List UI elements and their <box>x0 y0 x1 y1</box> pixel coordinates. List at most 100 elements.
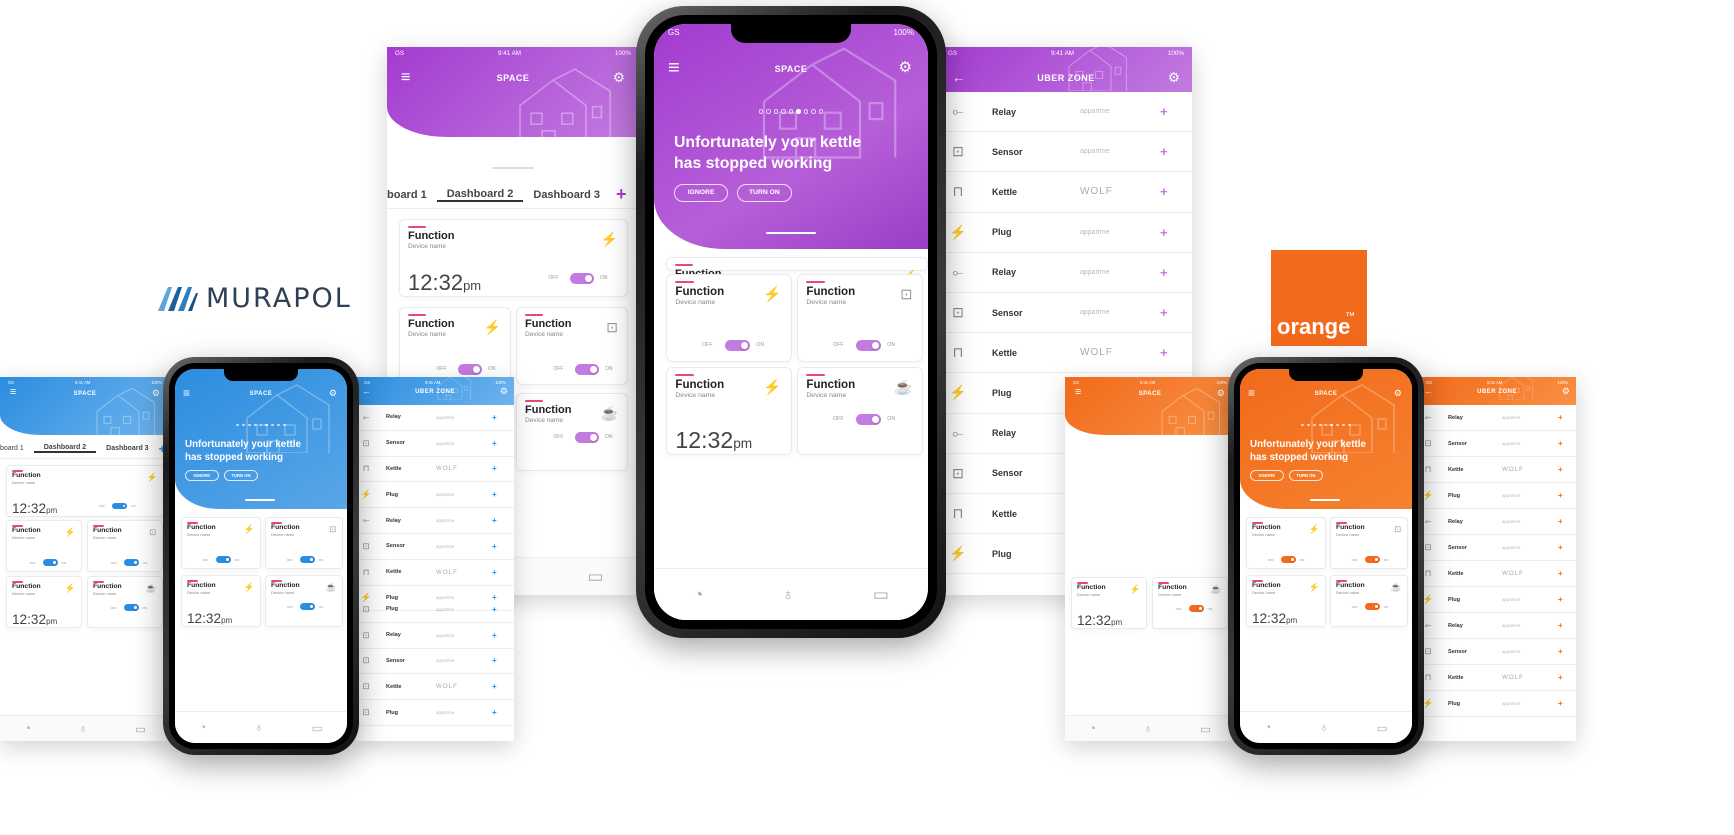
gauge-icon[interactable]: ◔ <box>199 721 206 734</box>
add-device-button[interactable]: + <box>1558 491 1563 500</box>
device-list-row[interactable]: ⟜Relayappartme+ <box>1418 509 1576 535</box>
device-list-row[interactable]: ⊓KettleWOLF+ <box>1418 457 1576 483</box>
device-card[interactable]: Function Device name ⊡ OFF ON <box>265 517 343 569</box>
tab-dashboard-1[interactable]: board 1 <box>387 189 437 201</box>
bulb-icon[interactable]: ♁ <box>255 721 264 734</box>
device-card[interactable]: Function Device name ☕ OFF ON <box>516 393 628 471</box>
device-list-row[interactable]: ⟜Relayappartme+ <box>356 508 514 534</box>
add-device-button[interactable]: + <box>1558 465 1563 474</box>
device-list-row[interactable]: ⟜Relayappartme+ <box>940 92 1192 133</box>
device-list-row[interactable]: ⊓KettleWOLF+ <box>356 457 514 483</box>
device-card[interactable]: FunctionDevice name ⚡ 12:32pm <box>1246 575 1326 627</box>
add-device-button[interactable]: + <box>1160 305 1168 320</box>
gear-icon[interactable]: ⚙ <box>1394 389 1402 398</box>
device-list-row[interactable]: ⟜Relayappartme+ <box>1418 405 1576 431</box>
device-list-row[interactable]: ⊡Sensorappartme+ <box>1418 639 1576 665</box>
device-list-row[interactable]: ⊡Sensorappartme+ <box>1418 431 1576 457</box>
device-card[interactable]: Function Device name ⚡ 12:32pm OFF ON <box>399 219 628 297</box>
gear-icon[interactable]: ⚙ <box>500 387 508 396</box>
add-device-button[interactable]: + <box>1558 517 1563 526</box>
add-device-button[interactable]: + <box>492 568 497 577</box>
device-card[interactable]: Function Device name ⊡ OFF ON <box>87 520 163 572</box>
add-device-button[interactable]: + <box>492 439 497 448</box>
gear-icon[interactable]: ⚙ <box>1562 387 1570 396</box>
power-toggle[interactable] <box>1188 605 1204 612</box>
add-device-button[interactable]: + <box>492 542 497 551</box>
power-toggle[interactable] <box>123 604 139 611</box>
add-device-button[interactable]: + <box>492 605 497 614</box>
device-list-row[interactable]: ⟜Relayappartme+ <box>1418 613 1576 639</box>
power-toggle[interactable] <box>123 559 139 567</box>
device-list-row[interactable]: ⊡Sensorappartme+ <box>940 293 1192 334</box>
tab-dashboard-2[interactable]: Dashboard 2 <box>33 444 97 453</box>
device-list-row[interactable]: ⊡Sensorappartme+ <box>1418 535 1576 561</box>
device-card[interactable]: FunctionDevice name ⚡ 12:32pm <box>6 576 82 628</box>
power-toggle[interactable] <box>458 364 482 375</box>
gear-icon[interactable]: ⚙ <box>329 389 337 398</box>
device-list-row[interactable]: ⟜Relayappartme+ <box>356 405 514 431</box>
power-toggle[interactable] <box>575 432 599 443</box>
power-toggle[interactable] <box>112 502 128 510</box>
device-card[interactable]: FunctionDevice name ⚡ 12:32pm <box>1071 577 1147 629</box>
power-toggle[interactable] <box>42 559 58 567</box>
add-device-button[interactable]: + <box>1558 543 1563 552</box>
power-toggle[interactable] <box>300 556 315 564</box>
device-card[interactable]: Function Device name ☕ OFF ON <box>1330 575 1408 627</box>
add-device-button[interactable]: + <box>1160 144 1168 159</box>
turn-on-button[interactable]: TURN ON <box>224 469 258 481</box>
bulb-icon[interactable]: ♁ <box>782 585 795 605</box>
floorplan-icon[interactable]: ▭ <box>1200 722 1211 736</box>
device-list-row[interactable]: ⊡Sensorappartme+ <box>356 534 514 560</box>
tab-dashboard-2[interactable]: Dashboard 2 <box>436 188 524 202</box>
bulb-icon[interactable]: ♁ <box>79 722 88 735</box>
gauge-icon[interactable]: ◔ <box>1089 722 1096 735</box>
add-device-button[interactable]: + <box>1558 647 1563 656</box>
tab-dashboard-1[interactable]: board 1 <box>0 445 34 452</box>
device-list-row[interactable]: ⚡Plugappartme+ <box>940 213 1192 253</box>
device-card[interactable]: Function Device name ⚡ OFF ON <box>666 274 792 362</box>
device-card[interactable]: FunctionDevice name ⚡ 12:32pm <box>666 367 792 455</box>
power-toggle[interactable] <box>1365 556 1380 564</box>
power-toggle[interactable] <box>855 414 881 426</box>
gear-icon[interactable]: ⚙ <box>1168 71 1180 85</box>
floorplan-icon[interactable]: ▭ <box>135 722 146 736</box>
power-toggle[interactable] <box>300 603 315 610</box>
device-list-row[interactable]: ⊓KettleWOLF+ <box>940 172 1192 213</box>
add-device-button[interactable]: + <box>492 464 497 473</box>
device-list-row[interactable]: ⊡Sensorappartme+ <box>940 132 1192 173</box>
add-device-button[interactable]: + <box>1558 569 1563 578</box>
device-card[interactable]: Function Device name ⊡ OFF ON <box>797 274 923 362</box>
device-card[interactable]: Function Device name ☕ OFF ON <box>797 367 923 455</box>
device-list-row[interactable]: ⊓KettleWOLF+ <box>356 560 514 586</box>
device-list-row[interactable]: ⊓KettleWOLF+ <box>1418 665 1576 691</box>
device-card[interactable]: Function Device name ⚡ 12:32pm OFF ON <box>6 465 164 517</box>
power-toggle[interactable] <box>575 364 599 375</box>
power-toggle[interactable] <box>216 556 231 564</box>
power-toggle[interactable] <box>570 273 594 284</box>
device-list-row[interactable]: ⟜Relayappartme+ <box>940 253 1192 293</box>
add-device-button[interactable]: + <box>492 656 497 665</box>
tab-dashboard-3[interactable]: Dashboard 3 <box>96 445 158 452</box>
tab-dashboard-3[interactable]: Dashboard 3 <box>523 189 610 201</box>
add-device-button[interactable]: + <box>492 490 497 499</box>
add-device-button[interactable]: + <box>1558 699 1563 708</box>
device-list-row[interactable]: ⊡ Plug appartme + <box>356 700 514 726</box>
device-card[interactable]: Function Device name ⊡ OFF ON <box>1330 517 1408 569</box>
device-list-row[interactable]: ⊡ Kettle WOLF + <box>356 674 514 701</box>
add-device-button[interactable]: + <box>492 682 497 691</box>
device-card[interactable]: FunctionDevice name ⚡ 12:32pm <box>181 575 261 627</box>
device-card[interactable]: Function Device name ☕ OFF ON <box>1152 577 1228 629</box>
add-device-button[interactable]: + <box>1160 265 1168 280</box>
floorplan-icon[interactable]: ▭ <box>312 721 323 735</box>
add-device-button[interactable]: + <box>1160 184 1168 199</box>
add-device-button[interactable]: + <box>1160 225 1168 240</box>
device-list-row[interactable]: ⊡Sensorappartme+ <box>356 649 514 675</box>
device-list-row[interactable]: ⊡ Plug appartme + <box>356 597 514 623</box>
gauge-icon[interactable]: ◔ <box>1264 721 1271 734</box>
device-list-row[interactable]: ⚡Plugappartme+ <box>1418 483 1576 509</box>
add-device-button[interactable]: + <box>1558 439 1563 448</box>
power-toggle[interactable] <box>1281 556 1296 564</box>
device-list-row[interactable]: ⊡Sensorappartme+ <box>356 431 514 457</box>
ignore-button[interactable]: IGNORE <box>1250 469 1284 481</box>
bulb-icon[interactable]: ♁ <box>1144 722 1153 735</box>
